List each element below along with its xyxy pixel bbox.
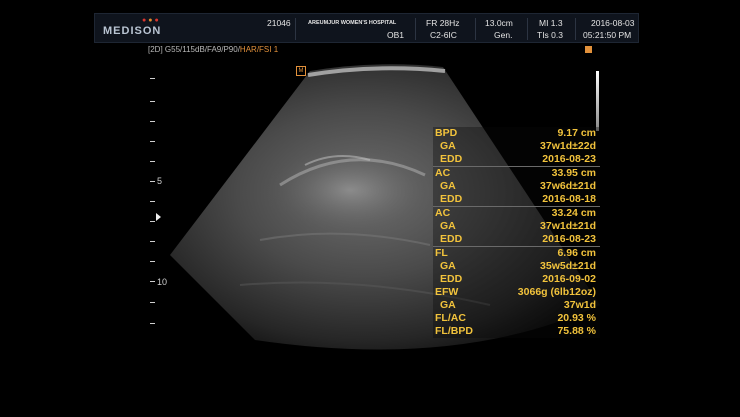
- mode-parameters: [2D] G55/115dB/FA9/P90/HAR/FSI 1: [148, 45, 278, 54]
- header-bar: MEDISON ●●● 21046 AREUMJUR WOMEN'S HOSPI…: [94, 13, 639, 43]
- measurement-row: AC 33.95 cm: [433, 166, 600, 180]
- measurement-panel: BPD 9.17 cm GA 37w1d±22d EDD 2016-08-23 AC 33.9…: [433, 127, 600, 338]
- logo-dots-icon: ●●●: [142, 17, 161, 24]
- mode-label: [2D]: [148, 45, 163, 54]
- hospital-name: AREUMJUR WOMEN'S HOSPITAL: [308, 20, 397, 26]
- depth-tick: [150, 201, 155, 202]
- measurement-label: EDD: [440, 153, 463, 165]
- measurement-label: FL/AC: [435, 312, 466, 324]
- depth-tick: [150, 141, 155, 142]
- medison-logo: MEDISON: [103, 25, 162, 37]
- header-divider: [575, 18, 576, 40]
- measurement-row: GA 35w5d±21d: [433, 260, 600, 273]
- header-divider: [527, 18, 528, 40]
- patient-id: 21046: [267, 18, 291, 28]
- preset-name: Gen.: [494, 30, 513, 40]
- depth-tick: [150, 181, 155, 182]
- ultrasound-screen: MEDISON ●●● 21046 AREUMJUR WOMEN'S HOSPI…: [0, 0, 740, 417]
- header-divider: [295, 18, 296, 40]
- depth-tick: [150, 323, 155, 324]
- gray-scale-bar: [596, 71, 599, 131]
- depth-tick: [150, 221, 155, 222]
- measurement-label: BPD: [435, 127, 458, 139]
- frame-rate: FR 28Hz: [426, 18, 460, 28]
- focus-marker-icon: [156, 213, 161, 221]
- measurement-label: FL/BPD: [435, 325, 473, 337]
- probe-name: C2-6IC: [430, 30, 457, 40]
- measurement-row: BPD 9.17 cm: [433, 127, 600, 140]
- measurement-value: 2016-08-23: [542, 233, 596, 245]
- thermal-index: TIs 0.3: [537, 30, 563, 40]
- measurement-label: AC: [435, 167, 451, 179]
- measurement-value: 37w1d±22d: [540, 140, 596, 152]
- measurement-row: FL/BPD 75.88 %: [433, 325, 600, 338]
- measurement-row: GA 37w1d±22d: [433, 140, 600, 153]
- measurement-row: GA 37w1d±21d: [433, 220, 600, 233]
- status-indicator-icon: [585, 46, 592, 53]
- header-divider: [475, 18, 476, 40]
- measurement-row: FL 6.96 cm: [433, 246, 600, 260]
- exam-date: 2016-08-03: [591, 18, 635, 28]
- measurement-row: AC 33.24 cm: [433, 206, 600, 220]
- depth-tick: [150, 281, 155, 282]
- depth-tick: [150, 101, 155, 102]
- measurement-value: 3066g (6lb12oz): [517, 286, 596, 298]
- orientation-mark: M: [296, 66, 306, 76]
- measurement-label: FL: [435, 247, 448, 259]
- measurement-label: GA: [440, 260, 456, 272]
- mechanical-index: MI 1.3: [539, 18, 563, 28]
- measurement-value: 6.96 cm: [557, 247, 596, 259]
- measurement-row: FL/AC 20.93 %: [433, 312, 600, 325]
- measurement-label: EFW: [435, 286, 459, 298]
- measurement-value: 37w6d±21d: [540, 180, 596, 192]
- measurement-value: 33.95 cm: [551, 167, 596, 179]
- exam-time: 05:21:50 PM: [583, 30, 632, 40]
- measurement-value: 20.93 %: [557, 312, 596, 324]
- measurement-label: GA: [440, 140, 456, 152]
- measurement-value: 35w5d±21d: [540, 260, 596, 272]
- depth-tick: [150, 302, 155, 303]
- measurement-value: 9.17 cm: [557, 127, 596, 139]
- depth-tick: [150, 161, 155, 162]
- depth-label-10: 10: [157, 277, 168, 287]
- measurement-row: EDD 2016-09-02: [433, 273, 600, 286]
- measurement-value: 75.88 %: [557, 325, 596, 337]
- header-divider: [415, 18, 416, 40]
- fetal-abdomen: [265, 145, 435, 235]
- depth-tick: [150, 241, 155, 242]
- measurement-row: GA 37w6d±21d: [433, 180, 600, 193]
- depth-tick: [150, 121, 155, 122]
- measurement-label: GA: [440, 180, 456, 192]
- measurement-label: GA: [440, 299, 456, 311]
- measurement-value: 2016-08-18: [542, 193, 596, 205]
- depth-value: 13.0cm: [485, 18, 513, 28]
- measurement-row: EDD 2016-08-18: [433, 193, 600, 206]
- measurement-row: EDD 2016-08-23: [433, 233, 600, 246]
- measurement-label: EDD: [440, 273, 463, 285]
- measurement-row: EDD 2016-08-23: [433, 153, 600, 166]
- measurement-value: 2016-08-23: [542, 153, 596, 165]
- harmonic-label: HAR/FSI 1: [239, 45, 279, 54]
- measurement-value: 2016-09-02: [542, 273, 596, 285]
- measurement-label: AC: [435, 207, 451, 219]
- measurement-row: GA 37w1d: [433, 299, 600, 312]
- measurement-label: GA: [440, 220, 456, 232]
- measurement-value: 33.24 cm: [551, 207, 596, 219]
- measurement-value: 37w1d: [563, 299, 596, 311]
- depth-tick: [150, 261, 155, 262]
- depth-label-5: 5: [157, 176, 163, 186]
- measurement-value: 37w1d±21d: [540, 220, 596, 232]
- measurement-label: EDD: [440, 193, 463, 205]
- measurement-label: EDD: [440, 233, 463, 245]
- gain-params: G55/115dB/FA9/P90/: [164, 45, 240, 54]
- exam-type: OB1: [387, 30, 405, 40]
- measurement-row: EFW 3066g (6lb12oz): [433, 286, 600, 299]
- depth-tick: [150, 78, 155, 79]
